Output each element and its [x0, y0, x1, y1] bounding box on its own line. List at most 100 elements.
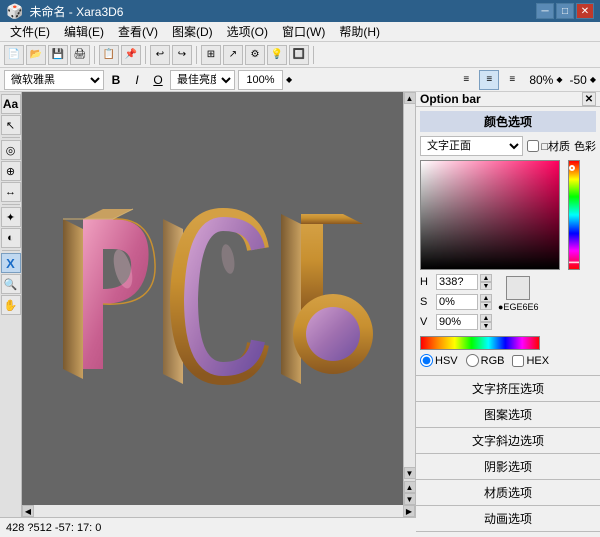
vertical-scrollbar[interactable]: ▲ ▼ ▲ ▼ — [403, 92, 415, 505]
tool-scale[interactable]: ↔ — [1, 182, 21, 202]
rgb-radio[interactable] — [466, 354, 479, 367]
title-bar: 🎲 未命名 - Xara3D6 ─ □ ✕ — [0, 0, 600, 22]
hsv-radio-label[interactable]: HSV — [420, 354, 458, 367]
maximize-button[interactable]: □ — [556, 3, 574, 19]
scroll-up-button[interactable]: ▲ — [404, 92, 416, 104]
hue-slider-canvas[interactable] — [568, 160, 580, 270]
h-spin-dn[interactable]: ▼ — [480, 282, 492, 290]
pattern-button[interactable]: 图案选项 — [416, 402, 600, 428]
print-button[interactable]: 🖨 — [70, 45, 90, 65]
h-input[interactable] — [436, 274, 478, 290]
copy-button[interactable]: 📋 — [99, 45, 119, 65]
menu-window[interactable]: 窗口(W) — [276, 22, 331, 41]
material-checkbox[interactable] — [527, 140, 539, 152]
text-extrude-button[interactable]: 文字挤压选项 — [416, 376, 600, 402]
undo-button[interactable]: ↩ — [150, 45, 170, 65]
material-checkbox-label[interactable]: □材质 — [527, 138, 570, 154]
toolbar-separator-2 — [145, 46, 146, 64]
align-center-button[interactable]: ≡ — [479, 70, 499, 90]
menu-help[interactable]: 帮助(H) — [333, 22, 386, 41]
text-toolbar: 微软雅黑 B I O 最佳亮度 100% ◆ ≡ ≡ ≡ 80% ◆ -50 ◆ — [0, 68, 600, 92]
tool-select[interactable]: ↖ — [1, 115, 21, 135]
settings-button[interactable]: ⚙ — [245, 45, 265, 65]
toolbar-separator-4 — [313, 46, 314, 64]
hsv-radio[interactable] — [420, 354, 433, 367]
offset-label: -50 — [570, 73, 587, 87]
tool-light[interactable]: ✦ — [1, 207, 21, 227]
font-family-select[interactable]: 微软雅黑 — [4, 70, 104, 90]
align-right-button[interactable]: ≡ — [502, 70, 522, 90]
color-swatch[interactable] — [506, 276, 530, 300]
light-button[interactable]: 💡 — [267, 45, 287, 65]
tool-pan[interactable]: ✋ — [1, 295, 21, 315]
option-bar-close[interactable]: ✕ — [582, 92, 596, 106]
v-input[interactable] — [436, 314, 478, 330]
scroll-adjust-dn[interactable]: ▼ — [404, 493, 416, 505]
color-picker-area[interactable] — [420, 160, 580, 270]
menu-options[interactable]: 选项(O) — [221, 22, 274, 41]
align-button[interactable]: ⊞ — [201, 45, 221, 65]
italic-button[interactable]: I — [128, 71, 146, 89]
text-bevel-button[interactable]: 文字斜边选项 — [416, 428, 600, 454]
scroll-adjust-up[interactable]: ▲ — [404, 481, 416, 493]
menu-edit[interactable]: 编辑(E) — [58, 22, 110, 41]
s-row: S ▲ ▼ — [420, 294, 492, 310]
color-gradient-canvas[interactable] — [420, 160, 560, 270]
s-input[interactable] — [436, 294, 478, 310]
face-select[interactable]: 文字正面 — [420, 136, 523, 156]
scroll-track-h[interactable] — [34, 505, 403, 517]
export-button[interactable]: ↗ — [223, 45, 243, 65]
open-button[interactable]: 📂 — [26, 45, 46, 65]
font-size-select[interactable]: 最佳亮度 — [170, 70, 235, 90]
zoom-label: 80% — [529, 73, 553, 87]
color-panel-title: 颜色选项 — [420, 111, 596, 132]
shadow-button[interactable]: 阴影选项 — [416, 454, 600, 480]
scroll-down-button[interactable]: ▼ — [404, 467, 416, 479]
font-scale-box: 100% — [238, 70, 283, 90]
v-spinner[interactable]: ▲ ▼ — [480, 314, 492, 330]
h-spin-up[interactable]: ▲ — [480, 274, 492, 282]
toolbar-separator-3 — [196, 46, 197, 64]
tool-color[interactable]: ◐ — [1, 228, 21, 248]
spectrum-row — [420, 336, 596, 350]
scroll-track-v[interactable] — [404, 104, 416, 467]
color-checkbox-label[interactable]: 色彩 — [574, 138, 596, 154]
menu-view[interactable]: 查看(V) — [112, 22, 164, 41]
canvas-area[interactable] — [22, 92, 403, 505]
rgb-radio-text: RGB — [481, 355, 505, 367]
s-spin-up[interactable]: ▲ — [480, 294, 492, 302]
scroll-right-button[interactable]: ▶ — [403, 505, 415, 517]
s-spinner[interactable]: ▲ ▼ — [480, 294, 492, 310]
bold-button[interactable]: B — [107, 71, 125, 89]
v-spin-dn[interactable]: ▼ — [480, 322, 492, 330]
minimize-button[interactable]: ─ — [536, 3, 554, 19]
render-button[interactable]: 🔲 — [289, 45, 309, 65]
underline-button[interactable]: O — [149, 71, 167, 89]
scroll-left-button[interactable]: ◀ — [22, 505, 34, 517]
save-button[interactable]: 💾 — [48, 45, 68, 65]
hex-checkbox[interactable] — [512, 355, 524, 367]
horizontal-scrollbar[interactable]: ◀ ▶ — [22, 505, 415, 517]
menu-file[interactable]: 文件(E) — [4, 22, 56, 41]
v-spin-up[interactable]: ▲ — [480, 314, 492, 322]
new-button[interactable]: 📄 — [4, 45, 24, 65]
tool-zoom[interactable]: 🔍 — [1, 274, 21, 294]
rgb-radio-label[interactable]: RGB — [466, 354, 505, 367]
tool-text[interactable]: Aa — [1, 94, 21, 114]
tool-move[interactable]: ⊕ — [1, 161, 21, 181]
close-button[interactable]: ✕ — [576, 3, 594, 19]
animation-button[interactable]: 动画选项 — [416, 506, 600, 532]
app-icon: 🎲 — [6, 3, 23, 20]
option-bar-header: Option bar ✕ — [416, 92, 600, 107]
menu-pattern[interactable]: 图案(D) — [166, 22, 219, 41]
h-spinner[interactable]: ▲ ▼ — [480, 274, 492, 290]
tool-orbit[interactable]: ◎ — [1, 140, 21, 160]
tool-xara[interactable]: X — [1, 253, 21, 273]
material-button[interactable]: 材质选项 — [416, 480, 600, 506]
align-left-button[interactable]: ≡ — [456, 70, 476, 90]
paste-button[interactable]: 📌 — [121, 45, 141, 65]
redo-button[interactable]: ↪ — [172, 45, 192, 65]
hex-checkbox-label[interactable]: HEX — [512, 355, 549, 367]
spectrum-bar[interactable] — [420, 336, 540, 350]
s-spin-dn[interactable]: ▼ — [480, 302, 492, 310]
